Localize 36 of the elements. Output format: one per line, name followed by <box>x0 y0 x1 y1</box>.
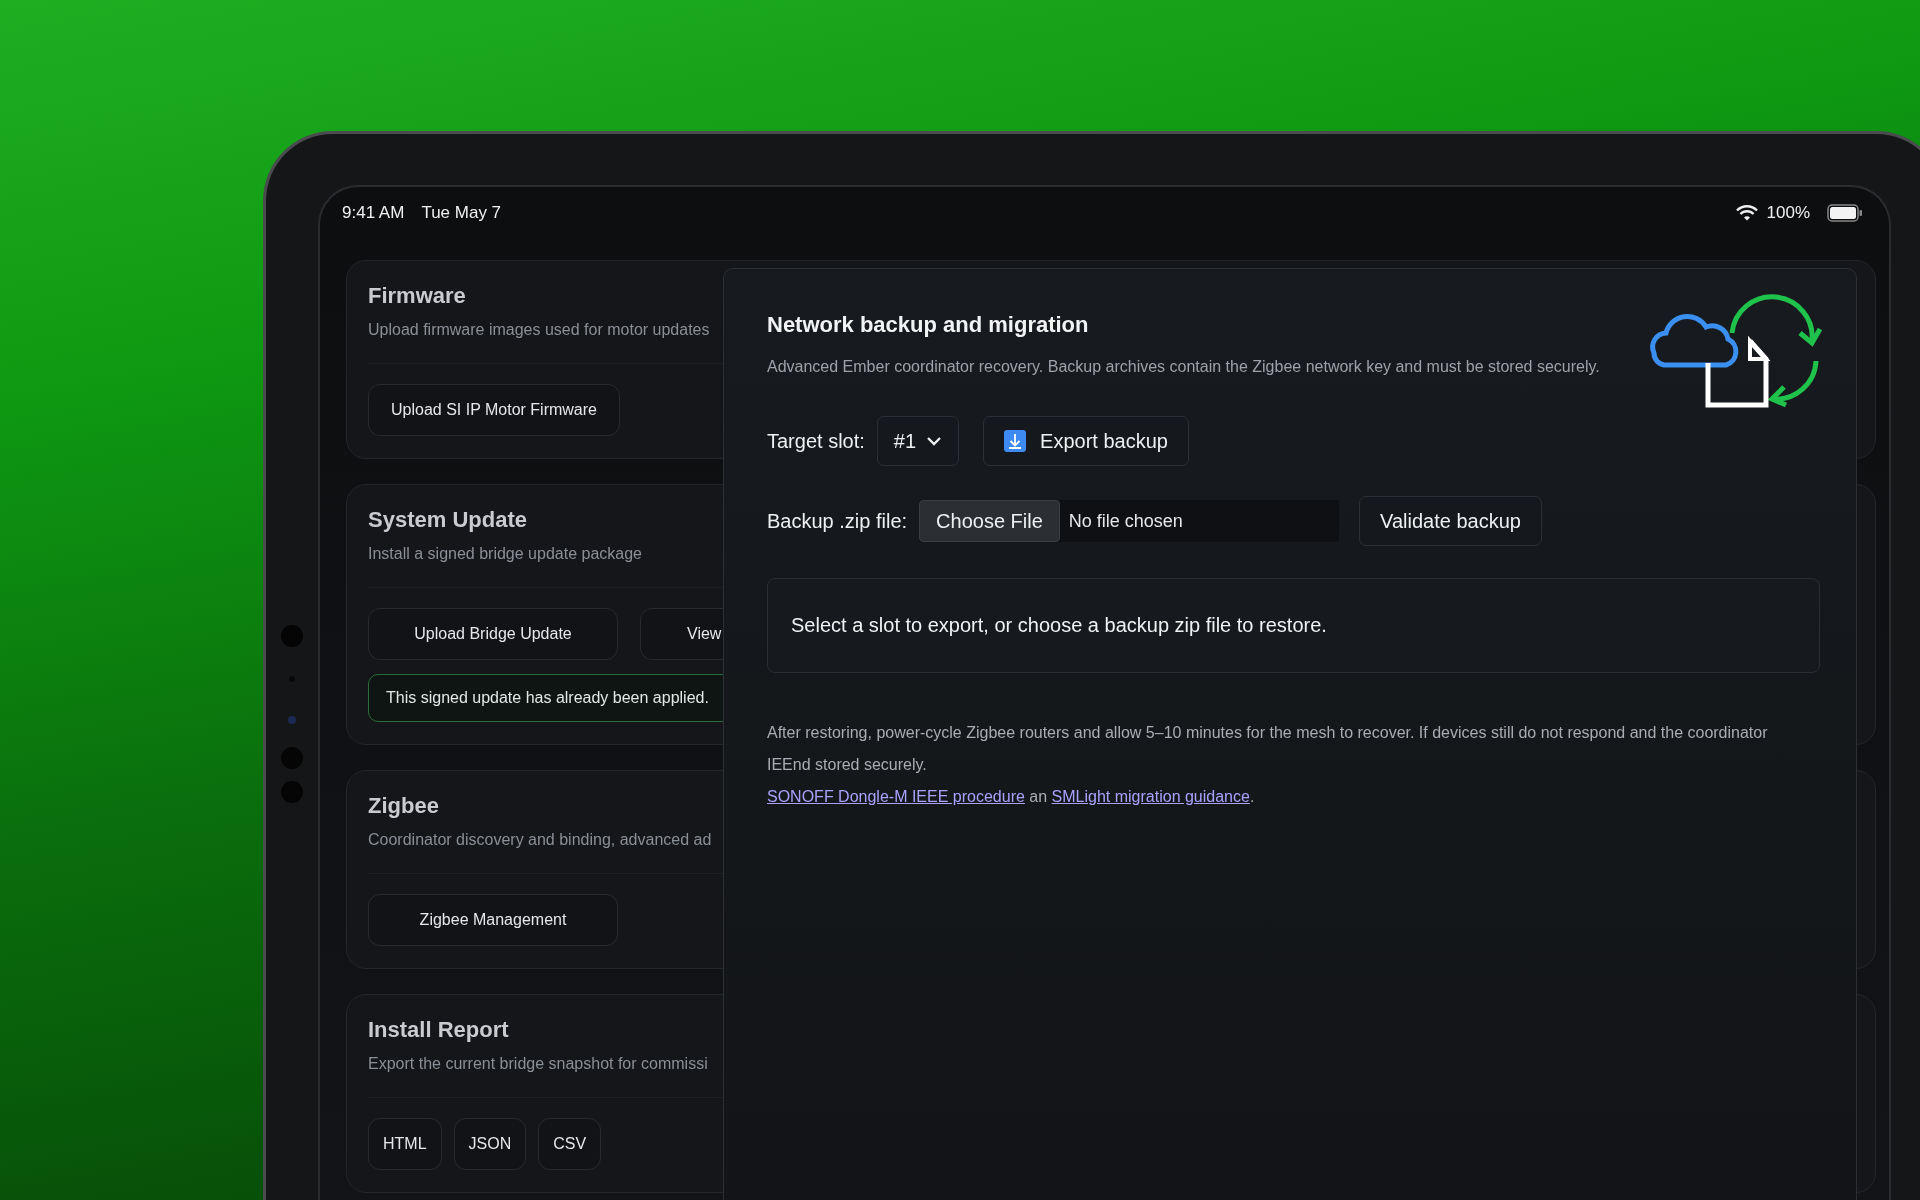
wifi-icon <box>1735 205 1758 221</box>
battery-percentage: 100% <box>1766 203 1810 223</box>
info-message: Select a slot to export, or choose a backup zip file to restore. <box>767 578 1820 673</box>
card-title: System Update <box>368 507 527 533</box>
download-icon <box>1004 430 1027 452</box>
help-link[interactable]: SONOFF Dongle-M IEEE procedure <box>767 788 1025 805</box>
field-label: Target slot: <box>767 429 865 453</box>
dialog-title: Network backup and migration <box>767 312 1090 338</box>
battery-icon <box>1827 204 1863 222</box>
card-button[interactable]: Upload SI IP Motor Firmware <box>368 384 620 436</box>
validate-backup-button[interactable]: Validate backup <box>1359 496 1542 546</box>
slot-select[interactable]: #1 <box>876 416 960 466</box>
card-title: Zigbee <box>368 793 439 819</box>
card-button[interactable]: CSV <box>538 1118 602 1170</box>
card-button[interactable]: JSON <box>453 1118 527 1170</box>
card-description: Install a signed bridge update package <box>368 545 642 563</box>
file-status: No file chosen <box>1068 510 1183 532</box>
choose-file-button[interactable]: Choose File <box>919 500 1060 542</box>
status-time: 9:41 AM <box>342 203 405 223</box>
card-button[interactable]: Zigbee Management <box>368 894 618 946</box>
file-input[interactable]: Choose File No file chosen <box>919 500 1340 542</box>
status-date: Tue May 7 <box>421 203 502 223</box>
help-links-text: SONOFF Dongle-M IEEE procedure an SMLight migration guidance. <box>767 787 1256 807</box>
export-backup-button[interactable]: Export backup <box>983 416 1189 466</box>
card-description: Upload firmware images used for motor updates <box>368 321 710 339</box>
help-link[interactable]: SMLight migration guidance <box>1051 788 1250 805</box>
card-description: Coordinator discovery and binding, advanced ad <box>368 831 712 849</box>
dialog-description: Advanced Ember coordinator recovery. Backup archives contain the Zigbee network key and must be stored securely. <box>767 358 1600 376</box>
card-description: Export the current bridge snapshot for commissi <box>368 1055 708 1073</box>
card-button[interactable]: HTML <box>368 1118 442 1170</box>
restore-note: After restoring, power-cycle Zigbee routers and allow 5–10 minutes for the mesh to recover. If devices still do not respond and the coordinator IEEnd stored securely. <box>767 723 1769 775</box>
card-title: Install Report <box>368 1017 509 1043</box>
chevron-down-icon <box>926 436 943 446</box>
field-label: Backup .zip file: <box>767 509 908 533</box>
card-title: Firmware <box>368 283 466 309</box>
card-button[interactable]: Upload Bridge Update <box>368 608 618 660</box>
